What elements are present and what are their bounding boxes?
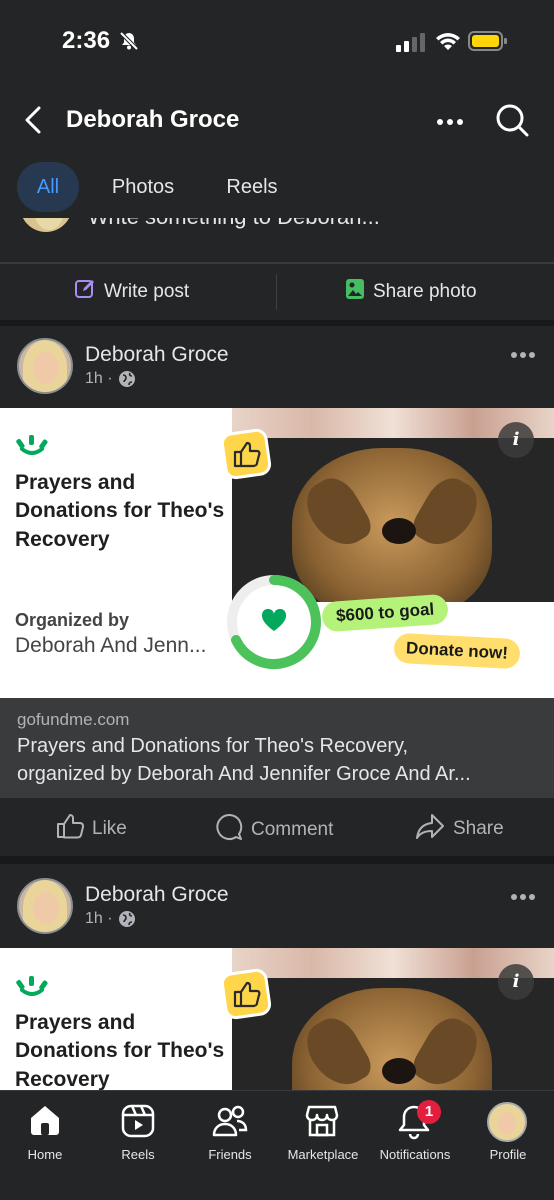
share-label: Share bbox=[453, 817, 504, 839]
post-menu-icon[interactable] bbox=[510, 346, 536, 364]
divider bbox=[276, 274, 277, 310]
fundraiser-title-line: Recovery bbox=[15, 1068, 110, 1090]
post-author[interactable]: Deborah Groce bbox=[85, 883, 229, 907]
organized-by-label: Organized by bbox=[15, 610, 130, 630]
fundraiser-title-line: Recovery bbox=[15, 528, 110, 551]
info-icon[interactable]: i bbox=[498, 964, 534, 1000]
battery-icon bbox=[468, 30, 508, 57]
globe-icon bbox=[118, 370, 136, 393]
heart-icon bbox=[261, 608, 287, 638]
friends-icon bbox=[212, 1104, 248, 1143]
thumbs-up-sticker-icon bbox=[220, 968, 272, 1025]
like-button[interactable]: Like bbox=[56, 813, 127, 844]
page-title: Deborah Groce bbox=[66, 106, 240, 133]
nav-friends-label: Friends bbox=[208, 1147, 252, 1162]
avatar[interactable] bbox=[17, 878, 73, 934]
feed-post: Deborah Groce 1h · Prayers and Donations… bbox=[0, 326, 554, 856]
marketplace-icon bbox=[305, 1104, 339, 1143]
nav-reels-label: Reels bbox=[121, 1147, 155, 1162]
share-photo-button[interactable]: Share photo bbox=[345, 278, 477, 305]
fundraiser-title-line: Prayers and bbox=[15, 1011, 136, 1034]
nav-notifications-label: Notifications bbox=[379, 1147, 451, 1162]
more-options-icon[interactable] bbox=[436, 114, 464, 132]
post-menu-icon[interactable] bbox=[510, 888, 536, 906]
fundraiser-title-line: Donations for Theo's bbox=[15, 1039, 225, 1062]
app-screen: 2:36 Deborah Groce Write something to De… bbox=[0, 0, 554, 1200]
link-domain: gofundme.com bbox=[17, 710, 130, 729]
feed-post: Deborah Groce 1h · Prayers and Donations… bbox=[0, 864, 554, 1090]
share-icon bbox=[415, 813, 445, 844]
comment-button[interactable]: Comment bbox=[215, 813, 333, 846]
donate-now-button[interactable]: Donate now! bbox=[393, 632, 521, 670]
fundraiser-banner[interactable]: Prayers and Donations for Theo's Recover… bbox=[0, 948, 554, 1090]
share-photo-label: Share photo bbox=[373, 280, 477, 302]
nav-home-label: Home bbox=[27, 1147, 63, 1162]
status-time: 2:36 bbox=[62, 27, 111, 54]
info-icon[interactable]: i bbox=[498, 422, 534, 458]
avatar bbox=[487, 1102, 527, 1142]
write-post-button[interactable]: Write post bbox=[74, 278, 189, 305]
thumbs-up-sticker-icon bbox=[220, 428, 272, 485]
mute-icon bbox=[118, 30, 140, 57]
tab-reels[interactable]: Reels bbox=[214, 162, 290, 212]
composer-actions: Write post Share photo bbox=[0, 264, 554, 320]
reels-icon bbox=[121, 1104, 155, 1143]
feed-separator bbox=[0, 856, 554, 864]
home-icon bbox=[28, 1104, 62, 1141]
back-icon[interactable] bbox=[22, 104, 44, 141]
fundraiser-title-line: Prayers and bbox=[15, 471, 136, 494]
organizer-name: Deborah And Jenn... bbox=[15, 634, 207, 657]
wifi-icon bbox=[434, 30, 462, 57]
nav-profile-label: Profile bbox=[489, 1147, 527, 1162]
link-preview[interactable]: gofundme.com Prayers and Donations for T… bbox=[0, 698, 554, 798]
status-bar: 2:36 bbox=[0, 0, 554, 88]
fundraiser-banner[interactable]: Prayers and Donations for Theo's Recover… bbox=[0, 408, 554, 698]
comment-label: Comment bbox=[251, 818, 334, 840]
link-title: Prayers and Donations for Theo's Recover… bbox=[17, 735, 409, 757]
signal-icon bbox=[396, 32, 426, 57]
post-author[interactable]: Deborah Groce bbox=[85, 343, 229, 367]
like-label: Like bbox=[92, 817, 127, 839]
comment-icon bbox=[215, 813, 243, 846]
link-title: organized by Deborah And Jennifer Groce … bbox=[17, 763, 471, 785]
gofundme-logo-icon bbox=[14, 974, 50, 1001]
post-time: 1h · bbox=[85, 370, 113, 387]
gofundme-logo-icon bbox=[14, 433, 50, 460]
globe-icon bbox=[118, 910, 136, 933]
avatar[interactable] bbox=[17, 338, 73, 394]
tab-photos[interactable]: Photos bbox=[98, 162, 188, 212]
nav-marketplace-label: Marketplace bbox=[287, 1147, 359, 1162]
filter-tabs: All Photos Reels bbox=[0, 158, 554, 218]
post-time: 1h · bbox=[85, 910, 113, 927]
like-icon bbox=[56, 813, 85, 844]
tab-all[interactable]: All bbox=[17, 162, 79, 212]
notification-badge: 1 bbox=[417, 1100, 441, 1124]
photo-icon bbox=[345, 278, 365, 305]
fundraiser-title-line: Donations for Theo's bbox=[15, 499, 225, 522]
share-button[interactable]: Share bbox=[415, 813, 504, 844]
edit-icon bbox=[74, 278, 96, 305]
write-post-label: Write post bbox=[104, 280, 190, 302]
search-icon[interactable] bbox=[494, 102, 530, 143]
